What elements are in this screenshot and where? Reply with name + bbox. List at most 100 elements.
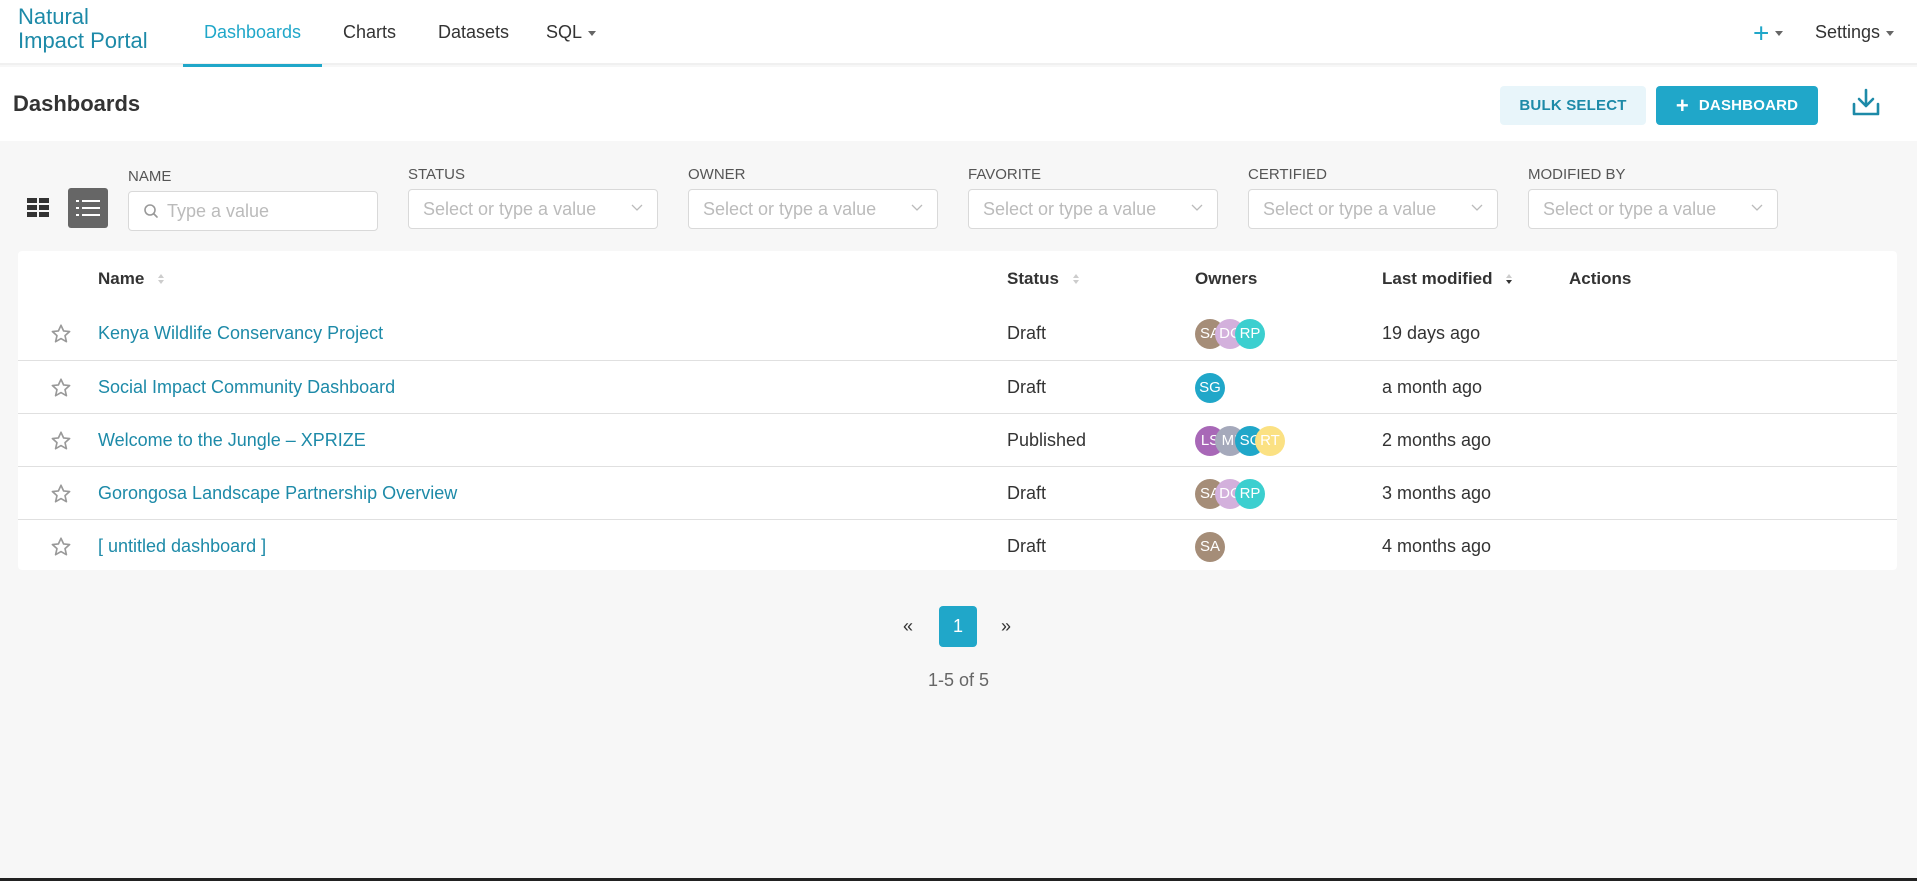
last-modified-cell: a month ago [1382,377,1483,397]
last-modified-cell: 3 months ago [1382,483,1492,503]
brand-logo[interactable]: Natural Impact Portal [18,5,148,53]
nav-tab-label: Charts [343,22,397,42]
top-navbar: Natural Impact Portal Dashboards Charts … [0,0,1917,67]
column-header-label: Name [98,269,145,288]
filter-certified: CERTIFIED Select or type a value [1248,163,1498,229]
chevron-down-icon [1191,204,1203,211]
avatar[interactable]: RP [1235,319,1265,349]
column-header-actions: Actions [1569,251,1631,307]
favorite-select[interactable]: Select or type a value [968,189,1218,229]
favorite-select-placeholder: Select or type a value [983,198,1157,219]
table-row: Gorongosa Landscape Partnership Overview… [18,466,1897,519]
plus-icon: + [1675,92,1689,118]
nav-tab-label: Datasets [438,22,510,42]
card-view-toggle[interactable] [18,188,58,228]
dashboard-name-link[interactable]: [ untitled dashboard ] [98,520,266,573]
filter-label: OWNER [688,166,746,183]
column-header-label: Actions [1569,269,1632,288]
filter-label: MODIFIED BY [1528,166,1626,183]
column-header-label: Last modified [1382,269,1493,288]
dashboard-name-link[interactable]: Kenya Wildlife Conservancy Project [98,307,383,360]
sort-descending-icon [1506,273,1513,284]
dashboard-name-link[interactable]: Social Impact Community Dashboard [98,361,395,414]
list-icon [76,200,100,216]
avatar[interactable]: SG [1195,373,1225,403]
filter-modified-by: MODIFIED BY Select or type a value [1528,163,1778,229]
favorite-star-icon[interactable] [50,323,72,345]
column-header-label: Status [1007,269,1059,288]
plus-icon: + [1753,17,1770,49]
new-menu-button[interactable]: + [1753,0,1784,65]
nav-tab-datasets[interactable]: Datasets [438,0,509,65]
status-cell: Published [1007,430,1087,450]
modified-by-select[interactable]: Select or type a value [1528,189,1778,229]
column-header-last-modified[interactable]: Last modified [1382,251,1513,307]
owners-avatar-group: SA DC RP [1195,479,1265,509]
table-row: Kenya Wildlife Conservancy Project Draft S… [18,307,1897,360]
nav-tab-label: Dashboards [203,22,302,42]
pagination-page-1[interactable]: 1 [939,606,977,647]
favorite-star-icon[interactable] [50,377,72,399]
download-icon[interactable] [1851,87,1881,119]
certified-select-placeholder: Select or type a value [1263,198,1437,219]
dashboard-name-link[interactable]: Gorongosa Landscape Partnership Overview [98,467,457,520]
name-search-input[interactable]: Type a value [128,191,378,231]
nav-tab-label: SQL [546,22,583,42]
column-header-label: Owners [1195,269,1258,288]
modified-by-select-placeholder: Select or type a value [1543,198,1717,219]
avatar[interactable]: RP [1235,479,1265,509]
status-select[interactable]: Select or type a value [408,189,658,229]
favorite-star-icon[interactable] [50,483,72,505]
caret-down-icon [1886,30,1895,36]
filter-label: NAME [128,168,172,185]
chevron-down-icon [911,204,923,211]
column-header-owners: Owners [1195,251,1257,307]
grid-icon [27,198,49,217]
caret-down-icon [588,30,597,36]
settings-label: Settings [1815,22,1881,42]
add-dashboard-label: DASHBOARD [1698,97,1799,114]
last-modified-cell: 4 months ago [1382,536,1492,556]
filter-label: FAVORITE [968,166,1042,183]
chevron-down-icon [631,204,643,211]
avatar[interactable]: SA [1195,532,1225,562]
bulk-select-button[interactable]: BULK SELECT [1500,86,1646,125]
column-header-name[interactable]: Name [98,251,165,307]
status-cell: Draft [1007,536,1047,556]
dashboards-table: Name Status Owners Last modified Actions… [18,251,1897,570]
status-cell: Draft [1007,483,1047,503]
filter-owner: OWNER Select or type a value [688,163,938,229]
pagination-range: 1-5 of 5 [927,670,990,690]
name-search-placeholder: Type a value [167,200,270,221]
owner-select[interactable]: Select or type a value [688,189,938,229]
certified-select[interactable]: Select or type a value [1248,189,1498,229]
column-header-status[interactable]: Status [1007,251,1080,307]
list-view-toggle[interactable] [68,188,108,228]
pagination-next[interactable]: » [1001,606,1011,647]
settings-menu[interactable]: Settings [1815,0,1895,65]
brand-line-2: Impact Portal [18,28,148,53]
page-title: Dashboards [13,91,141,116]
status-select-placeholder: Select or type a value [423,198,597,219]
status-cell: Draft [1007,377,1047,397]
pagination-prev[interactable]: « [903,606,913,647]
avatar[interactable]: RT [1255,426,1285,456]
brand-line-1: Natural [18,4,89,29]
chevron-down-icon [1751,204,1763,211]
favorite-star-icon[interactable] [50,430,72,452]
nav-tab-dashboards[interactable]: Dashboards [183,0,322,67]
dashboard-name-link[interactable]: Welcome to the Jungle – XPRIZE [98,414,366,467]
chevron-down-icon [1471,204,1483,211]
nav-tab-sql[interactable]: SQL [546,0,597,65]
search-icon [144,204,158,218]
owners-avatar-group: SA DC RP [1195,319,1265,349]
add-dashboard-button[interactable]: + DASHBOARD [1656,86,1818,125]
owners-avatar-group: SG [1195,373,1225,403]
page-header: Dashboards BULK SELECT + DASHBOARD [0,67,1917,141]
nav-tab-charts[interactable]: Charts [343,0,396,65]
table-row: Welcome to the Jungle – XPRIZE Published L… [18,413,1897,466]
owners-avatar-group: LS MI SC RT [1195,426,1285,456]
favorite-star-icon[interactable] [50,536,72,558]
filter-favorite: FAVORITE Select or type a value [968,163,1218,229]
last-modified-cell: 19 days ago [1382,323,1481,343]
